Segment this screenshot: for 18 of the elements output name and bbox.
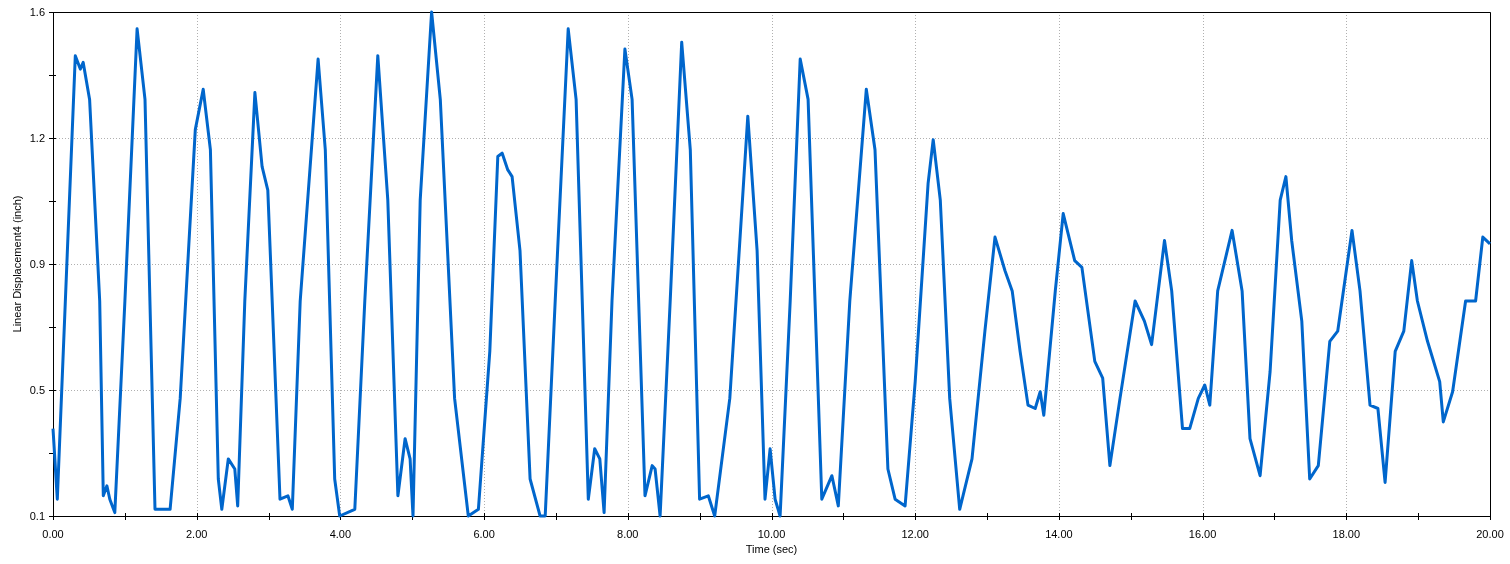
y-tick-label: 0.9 xyxy=(29,258,45,270)
x-tick-label: 10.00 xyxy=(757,528,786,540)
x-tick-label: 6.00 xyxy=(473,528,495,540)
x-tick-label: 0.00 xyxy=(42,528,64,540)
y-tick-label: 0.1 xyxy=(29,510,45,522)
x-tick-label: 8.00 xyxy=(617,528,639,540)
y-tick-label: 1.2 xyxy=(29,132,45,144)
x-tick-label: 16.00 xyxy=(1188,528,1217,540)
y-axis-title: Linear Displacement4 (inch) xyxy=(11,195,23,333)
x-tick-label: 12.00 xyxy=(901,528,929,540)
x-tick-label: 4.00 xyxy=(329,528,352,540)
y-tick-label: 1.6 xyxy=(29,6,45,18)
x-tick-label: 2.00 xyxy=(186,528,208,540)
x-tick-label: 20.00 xyxy=(1476,528,1504,540)
x-axis-title: Time (sec) xyxy=(745,543,798,555)
x-tick-label: 18.00 xyxy=(1332,528,1361,540)
y-tick-label: 0.5 xyxy=(29,384,45,396)
x-tick-label: 14.00 xyxy=(1045,528,1073,540)
